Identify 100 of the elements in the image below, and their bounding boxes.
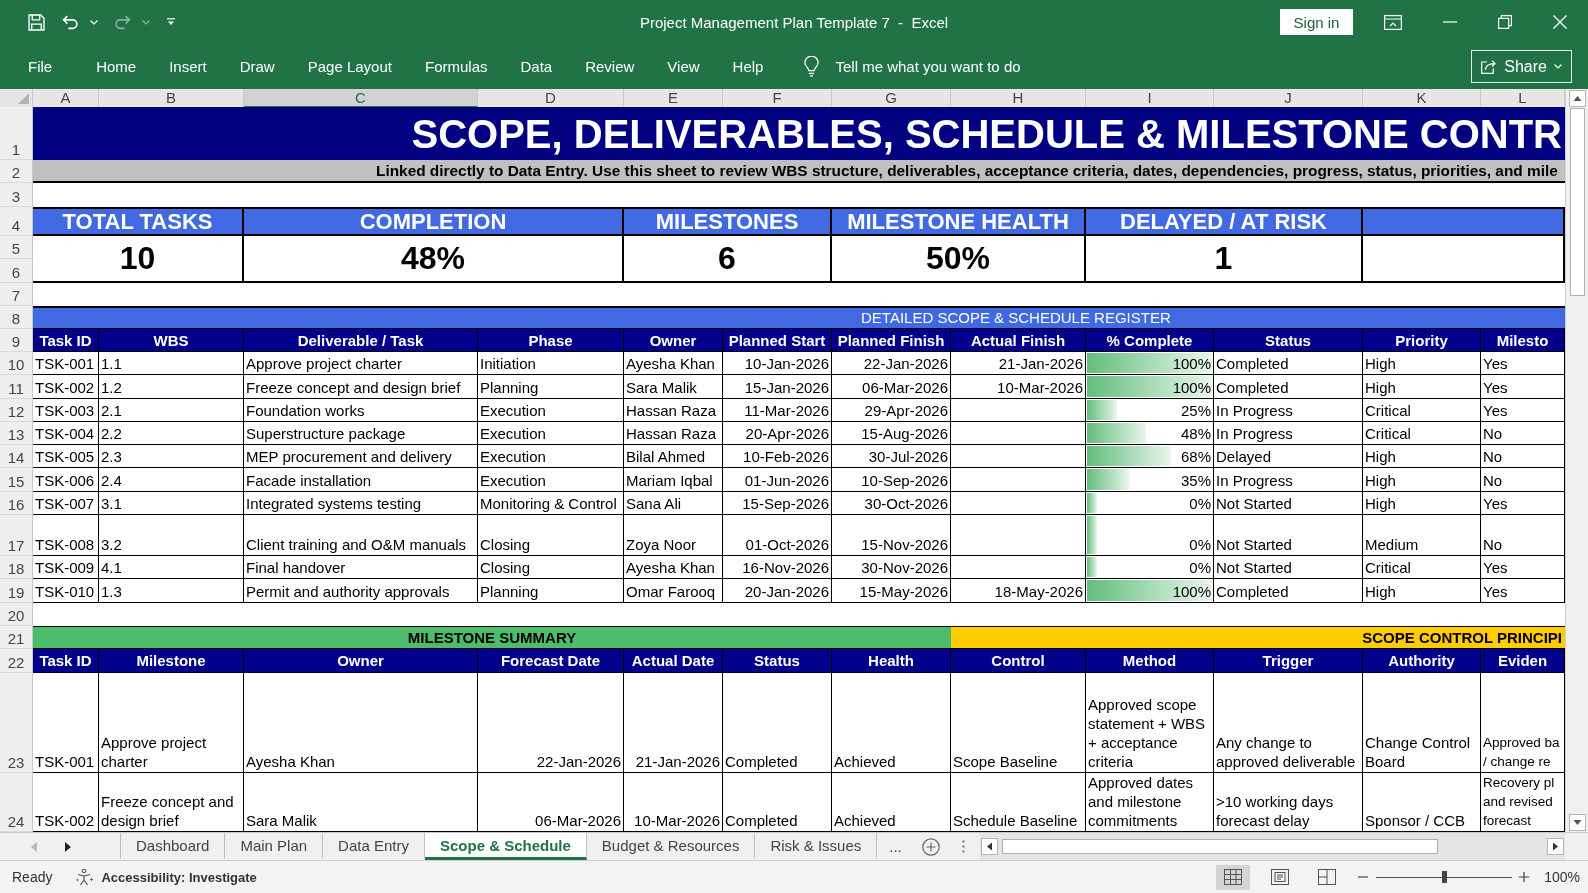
vertical-dots-icon[interactable] — [961, 840, 965, 853]
table-cell: 30-Nov-2026 — [832, 556, 951, 580]
table-cell: Ayesha Khan — [244, 672, 478, 773]
kpi-label: DELAYED / AT RISK — [1086, 207, 1363, 236]
row-header[interactable]: 21 — [0, 625, 33, 650]
table-cell: Sara Malik — [624, 375, 723, 399]
table-cell: In Progress — [1214, 468, 1363, 492]
ribbon-tab[interactable]: Draw — [239, 58, 275, 75]
sheet-title: SCOPE, DELIVERABLES, SCHEDULE & MILESTONE CONTR — [411, 110, 1562, 157]
row-header[interactable]: 10 — [0, 352, 33, 376]
table-cell: TSK-008 — [33, 515, 99, 557]
row-header[interactable]: 23 — [0, 672, 33, 773]
table-cell: Freeze concept and design brief — [244, 375, 478, 399]
row-header[interactable]: 18 — [0, 556, 33, 580]
sheet-tab[interactable]: Scope & Schedule — [424, 833, 587, 860]
percent-text: 68% — [1179, 447, 1211, 467]
row-header[interactable]: 4 — [0, 207, 33, 236]
kpi-value: 48% — [244, 236, 624, 283]
undo-icon[interactable] — [62, 14, 79, 30]
ribbon-display-icon[interactable] — [1384, 14, 1402, 30]
table-cell: TSK-005 — [33, 445, 99, 469]
kpi-label: COMPLETION — [244, 207, 624, 236]
plus-icon[interactable] — [1519, 872, 1530, 882]
row-header[interactable]: 7 — [0, 283, 33, 306]
accessibility-icon[interactable] — [75, 868, 96, 886]
lightbulb-icon[interactable] — [804, 56, 820, 77]
table-cell: 15-May-2026 — [832, 579, 951, 603]
tell-me-field[interactable]: Tell me what you want to do — [835, 58, 1076, 75]
table-cell: Facade installation — [244, 468, 478, 492]
table-cell: 3.2 — [99, 515, 244, 557]
more-sheets-button[interactable]: ... — [881, 833, 910, 860]
ribbon-tab[interactable]: Home — [96, 58, 137, 75]
table-cell: 16-Nov-2026 — [723, 556, 832, 580]
add-sheet-icon[interactable] — [921, 837, 940, 856]
table-cell: Ayesha Khan — [624, 352, 723, 376]
table-cell: 1.2 — [99, 375, 244, 399]
row-header[interactable]: 11 — [0, 375, 33, 399]
row-header[interactable]: 14 — [0, 445, 33, 469]
table-cell: 10-Sep-2026 — [832, 468, 951, 492]
column-heading: Task ID — [33, 649, 99, 673]
table-cell: Superstructure package — [244, 421, 478, 446]
save-icon[interactable] — [28, 13, 45, 31]
ribbon-tab[interactable]: View — [667, 58, 700, 75]
table-cell: 21-Jan-2026 — [951, 352, 1086, 376]
table-cell: TSK-001 — [33, 672, 99, 773]
ribbon-tab[interactable]: Review — [585, 58, 635, 75]
table-cell: Ayesha Khan — [624, 556, 723, 580]
column-heading: Phase — [478, 329, 624, 352]
row-header[interactable]: 9 — [0, 329, 33, 352]
row-header[interactable]: 8 — [0, 306, 33, 329]
customize-toolbar-icon[interactable] — [166, 18, 176, 26]
row-header[interactable]: 20 — [0, 602, 33, 626]
row-header[interactable]: 22 — [0, 649, 33, 673]
minus-icon[interactable] — [1358, 876, 1369, 878]
table-cell: Scope Baseline — [951, 672, 1086, 773]
ribbon-tab[interactable]: Data — [520, 58, 553, 75]
table-cell: Initiation — [478, 352, 624, 376]
restore-icon[interactable] — [1498, 15, 1512, 29]
table-cell: MEP procurement and delivery — [244, 445, 478, 469]
ribbon-tab[interactable]: Formulas — [424, 58, 488, 75]
grid-icon — [1224, 869, 1243, 885]
caret-icon[interactable] — [142, 19, 150, 25]
ribbon-tab[interactable]: File — [28, 58, 53, 75]
table-cell: 10-Mar-2026 — [951, 375, 1086, 399]
table-cell: Planning — [478, 579, 624, 603]
ribbon-tab[interactable]: Help — [732, 58, 764, 75]
row-header[interactable]: 12 — [0, 398, 33, 422]
table-cell: Final handover — [244, 556, 478, 580]
ribbon-tab[interactable]: Insert — [169, 58, 207, 75]
row-header[interactable]: 17 — [0, 515, 33, 557]
table-cell: Bilal Ahmed — [624, 445, 723, 469]
row-header[interactable]: 16 — [0, 491, 33, 516]
close-icon[interactable] — [1553, 15, 1567, 29]
row-header[interactable]: 13 — [0, 421, 33, 446]
row-header[interactable]: 3 — [0, 183, 33, 207]
row-header[interactable]: 5 — [0, 236, 33, 259]
next-sheet-icon[interactable] — [65, 841, 71, 852]
share-button[interactable]: Share — [1471, 50, 1572, 83]
sign-in-button[interactable]: Sign in — [1280, 9, 1353, 35]
ribbon-tab[interactable]: Page Layout — [307, 58, 392, 75]
accessibility-status[interactable]: Accessibility: Investigate — [101, 869, 257, 885]
row-header[interactable]: 6 — [0, 259, 33, 283]
percent-text: 0% — [1188, 558, 1211, 578]
table-cell: 2.1 — [99, 398, 244, 422]
column-heading: % Complete — [1086, 329, 1214, 352]
row-header[interactable]: 19 — [0, 579, 33, 603]
row-header[interactable]: 1 — [0, 107, 33, 160]
zoom-level[interactable]: 100% — [1544, 869, 1580, 885]
zoom-slider-thumb[interactable] — [1442, 871, 1448, 883]
table-cell: In Progress — [1214, 421, 1363, 446]
table-cell: 1.1 — [99, 352, 244, 376]
row-header[interactable]: 24 — [0, 772, 33, 832]
scrollbar-thumb[interactable] — [1569, 108, 1585, 296]
row-header[interactable]: 2 — [0, 160, 33, 183]
normal-view-button[interactable] — [1216, 864, 1251, 890]
table-cell: Zoya Noor — [624, 515, 723, 557]
column-heading: Planned Start — [723, 329, 832, 352]
row-header[interactable]: 15 — [0, 468, 33, 492]
scrollbar-thumb[interactable] — [1001, 839, 1438, 854]
percent-text: 25% — [1179, 400, 1211, 420]
